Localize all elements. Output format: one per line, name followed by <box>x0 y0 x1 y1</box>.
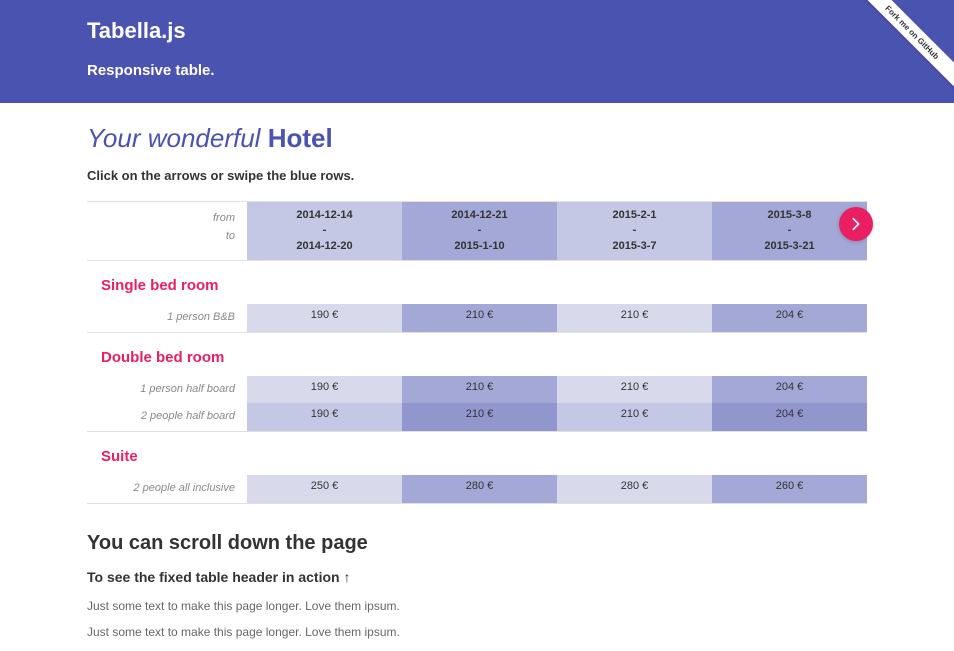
github-ribbon[interactable]: Fork me on GitHub <box>844 0 954 110</box>
price-row[interactable]: 1 person B&B 190 € 210 € 210 € 204 € <box>87 304 867 332</box>
price-cell: 210 € <box>557 304 712 332</box>
row-label: 2 people half board <box>87 403 247 431</box>
price-cell: 204 € <box>712 376 867 404</box>
date-col-0: 2014-12-14-2014-12-20 <box>247 202 402 260</box>
price-cell: 204 € <box>712 403 867 431</box>
scroll-heading: You can scroll down the page <box>87 532 867 555</box>
section-title: Suite <box>87 444 867 475</box>
page-subtitle: Responsive table. <box>87 62 867 79</box>
hotel-title: Your wonderful Hotel <box>87 123 867 154</box>
to-label: to <box>99 228 235 246</box>
instruction-text: Click on the arrows or swipe the blue ro… <box>87 168 867 183</box>
header-banner: Fork me on GitHub Tabella.js Responsive … <box>0 0 954 103</box>
price-row[interactable]: 2 people half board 190 € 210 € 210 € 20… <box>87 403 867 431</box>
price-row[interactable]: 1 person half board 190 € 210 € 210 € 20… <box>87 376 867 404</box>
price-row[interactable]: 2 people all inclusive 250 € 280 € 280 €… <box>87 475 867 503</box>
sub-heading: To see the fixed table header in action … <box>87 569 867 585</box>
row-label: 2 people all inclusive <box>87 475 247 503</box>
page-title: Tabella.js <box>87 18 867 44</box>
price-cell: 210 € <box>402 304 557 332</box>
hotel-title-em: Your wonderful <box>87 123 260 153</box>
price-cell: 190 € <box>247 403 402 431</box>
date-col-1: 2014-12-21-2015-1-10 <box>402 202 557 260</box>
price-cell: 250 € <box>247 475 402 503</box>
price-cell: 210 € <box>557 376 712 404</box>
price-cell: 280 € <box>557 475 712 503</box>
body-text: Just some text to make this page longer.… <box>87 625 867 639</box>
from-label: from <box>99 210 235 228</box>
price-cell: 210 € <box>557 403 712 431</box>
price-cell: 260 € <box>712 475 867 503</box>
date-header-labels: from to <box>87 202 247 260</box>
section-title: Double bed room <box>87 345 867 376</box>
price-cell: 204 € <box>712 304 867 332</box>
section-title: Single bed room <box>87 273 867 304</box>
section-double-bed: Double bed room 1 person half board 190 … <box>87 333 867 432</box>
price-cell: 210 € <box>402 376 557 404</box>
row-label: 1 person half board <box>87 376 247 404</box>
section-suite: Suite 2 people all inclusive 250 € 280 €… <box>87 432 867 504</box>
body-text: Just some text to make this page longer.… <box>87 599 867 613</box>
pricing-table: from to 2014-12-14-2014-12-20 2014-12-21… <box>87 201 867 504</box>
price-cell: 190 € <box>247 376 402 404</box>
date-col-2: 2015-2-1-2015-3-7 <box>557 202 712 260</box>
date-header-row[interactable]: from to 2014-12-14-2014-12-20 2014-12-21… <box>87 201 867 261</box>
price-cell: 210 € <box>402 403 557 431</box>
price-cell: 280 € <box>402 475 557 503</box>
row-label: 1 person B&B <box>87 304 247 332</box>
section-single-bed: Single bed room 1 person B&B 190 € 210 €… <box>87 261 867 333</box>
price-cell: 190 € <box>247 304 402 332</box>
hotel-title-strong: Hotel <box>268 123 333 153</box>
next-arrow-button[interactable] <box>839 207 873 241</box>
github-ribbon-label: Fork me on GitHub <box>849 0 954 95</box>
chevron-right-icon <box>848 216 864 232</box>
